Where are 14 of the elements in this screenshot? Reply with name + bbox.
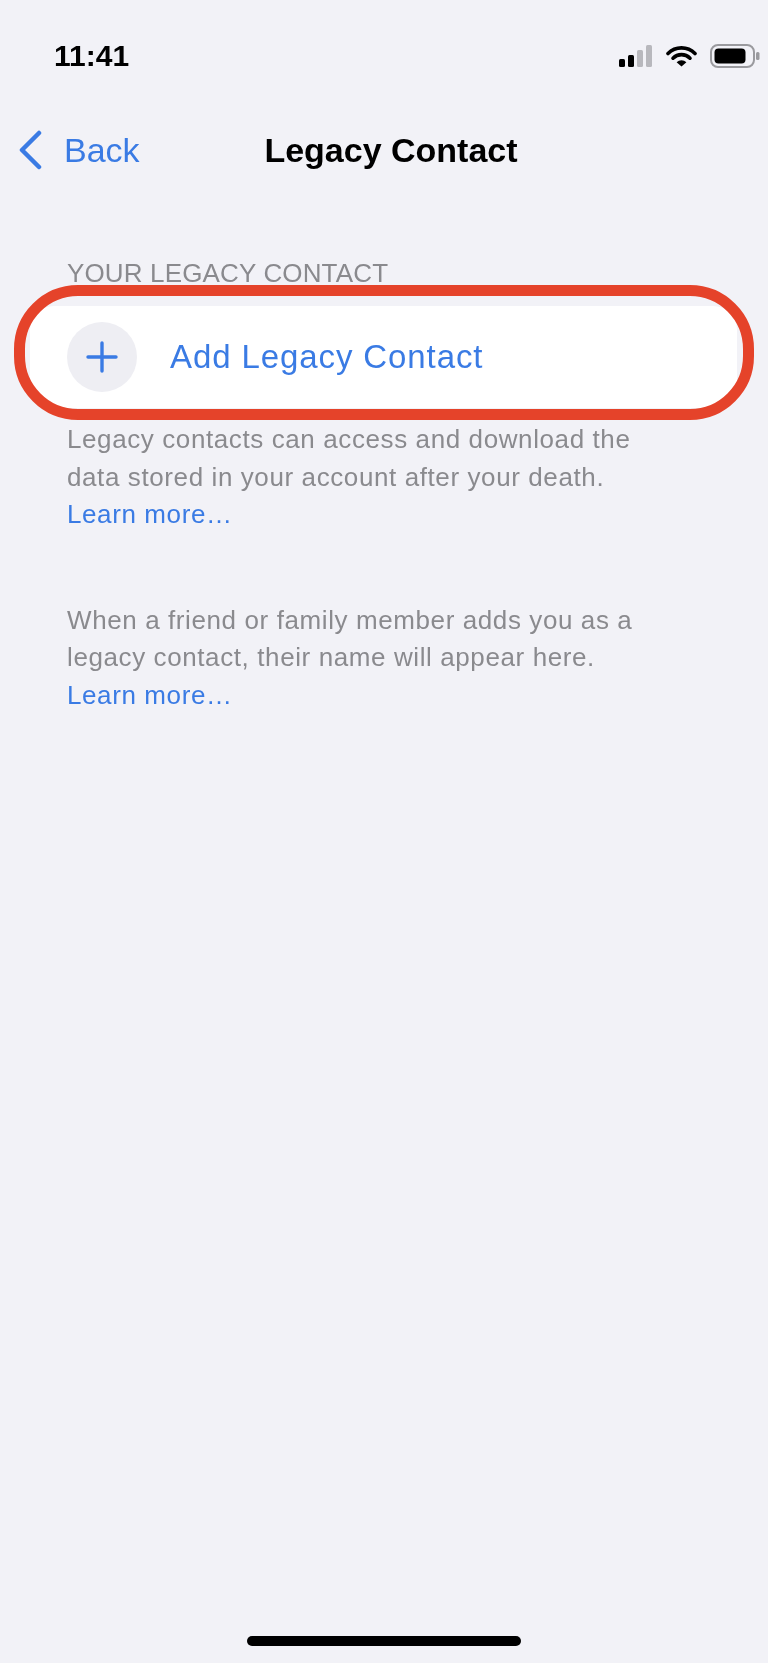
- chevron-left-icon: [18, 130, 44, 170]
- learn-more-link[interactable]: Learn more…: [67, 499, 233, 529]
- page-title: Legacy Contact: [263, 130, 518, 170]
- battery-icon: [710, 44, 760, 68]
- wifi-icon: [666, 45, 697, 67]
- back-button[interactable]: Back: [0, 130, 140, 170]
- info-text: When a friend or family member adds you as a legacy contact, their name will appear here. Learn more…: [67, 603, 634, 712]
- signal-icon: [619, 45, 653, 67]
- section-header: YOUR LEGACY CONTACT: [67, 257, 390, 289]
- plus-icon: [67, 322, 137, 392]
- learn-more-link[interactable]: Learn more…: [67, 679, 233, 710]
- status-time: 11:41: [54, 39, 130, 73]
- footer-text: Legacy contacts can access and download the data stored in your account after your death. Learn more…: [67, 423, 632, 531]
- add-legacy-contact-button[interactable]: Add Legacy Contact: [30, 306, 737, 408]
